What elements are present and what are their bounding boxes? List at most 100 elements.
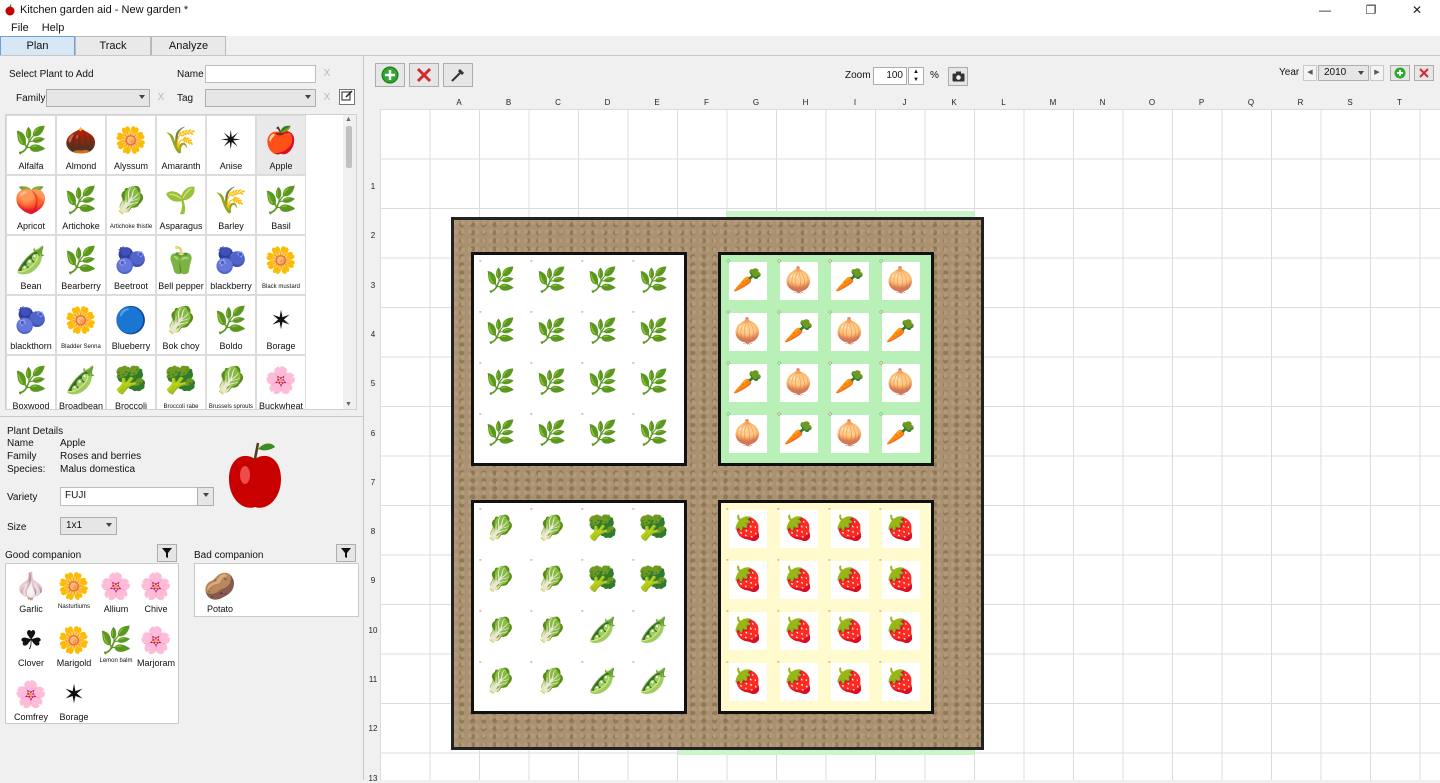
- tag-select[interactable]: [205, 89, 316, 107]
- delete-year-button[interactable]: [1414, 65, 1434, 81]
- tab-analyze[interactable]: Analyze: [151, 36, 226, 56]
- minimize-button[interactable]: —: [1302, 0, 1348, 19]
- plant-tile[interactable]: ✶ Borage: [256, 295, 306, 355]
- good-companion-item[interactable]: 🌸 Comfrey: [9, 676, 53, 723]
- garden-cell[interactable]: ◦ 🌿: [478, 360, 523, 405]
- tab-track[interactable]: Track: [75, 36, 151, 56]
- good-companion-item[interactable]: ✶ Borage: [52, 676, 96, 723]
- delete-button[interactable]: [409, 63, 439, 87]
- garden-cell[interactable]: ◦ 🌿: [631, 309, 676, 354]
- garden-cell[interactable]: ◦ 🍓: [725, 659, 770, 704]
- garden-cell[interactable]: ◦ 🫛: [580, 608, 625, 653]
- good-companion-item[interactable]: 🧄 Garlic: [9, 568, 53, 615]
- plant-tile[interactable]: 🫐 blackthorn: [6, 295, 56, 355]
- garden-cell[interactable]: ○ 🥕: [878, 411, 923, 456]
- good-companion-item[interactable]: 🌸 Marjoram: [134, 622, 178, 669]
- spin-up-icon[interactable]: ▲: [909, 68, 923, 76]
- garden-cell[interactable]: ◦ 🌿: [529, 258, 574, 303]
- close-button[interactable]: ✕: [1394, 0, 1440, 19]
- good-companion-item[interactable]: 🌸 Allium: [94, 568, 138, 615]
- garden-cell[interactable]: ◦ 🍓: [725, 608, 770, 653]
- garden-cell[interactable]: ○ 🧅: [878, 258, 923, 303]
- garden-cell[interactable]: ◦ 🌿: [529, 360, 574, 405]
- garden-cell[interactable]: ◦ 🍓: [878, 608, 923, 653]
- garden-cell[interactable]: ◦ 🥬: [529, 557, 574, 602]
- plant-tile[interactable]: 🥬 Bok choy: [156, 295, 206, 355]
- bed-top-left[interactable]: ◦ 🌿 ◦ 🌿 ◦ 🌿 ◦ 🌿 ◦ 🌿 ◦ 🌿 ◦ 🌿 ◦ 🌿 ◦ 🌿 ◦ 🌿 ◦ 🌿 ◦ 🌿 ◦ 🌿 ◦ 🌿 ◦ 🌿 ◦ 🌿: [471, 252, 687, 466]
- add-button[interactable]: [375, 63, 405, 87]
- plant-tile[interactable]: 🌿 Basil: [256, 175, 306, 235]
- plant-tile[interactable]: 🥦 Broccoli rabe: [156, 355, 206, 409]
- zoom-input[interactable]: 100: [873, 67, 907, 85]
- garden-cell[interactable]: ◦ 🌿: [580, 360, 625, 405]
- garden-cell[interactable]: ○ 🧅: [827, 411, 872, 456]
- plant-tile[interactable]: 🌱 Asparagus: [156, 175, 206, 235]
- plant-tile[interactable]: 🌿 Boldo: [206, 295, 256, 355]
- garden-cell[interactable]: ◦ 🥬: [478, 506, 523, 551]
- garden-cell[interactable]: ◦ 🥬: [529, 608, 574, 653]
- garden-cell[interactable]: ○ 🧅: [776, 360, 821, 405]
- garden-grid[interactable]: ◦ 🌿 ◦ 🌿 ◦ 🌿 ◦ 🌿 ◦ 🌿 ◦ 🌿 ◦ 🌿 ◦ 🌿 ◦ 🌿 ◦ 🌿 ◦ 🌿 ◦ 🌿 ◦ 🌿 ◦ 🌿 ◦ 🌿 ◦ 🌿 ○ 🥕 ○ 🧅 ○ 🥕 ○…: [380, 109, 1440, 780]
- garden-cell[interactable]: ◦ 🌿: [580, 258, 625, 303]
- garden-cell[interactable]: ◦ 🥬: [529, 506, 574, 551]
- garden-cell[interactable]: ◦ 🫛: [580, 659, 625, 704]
- edit-plant-button[interactable]: [339, 89, 355, 105]
- garden-cell[interactable]: ◦ 🍓: [776, 506, 821, 551]
- bed-bottom-left[interactable]: ◦ 🥬 ◦ 🥬 ◦ 🥦 ◦ 🥦 ◦ 🥬 ◦ 🥬 ◦ 🥦 ◦ 🥦 ◦ 🥬 ◦ 🥬 ◦ 🫛 ◦ 🫛 ◦ 🥬 ◦ 🥬 ◦ 🫛 ◦ 🫛: [471, 500, 687, 714]
- plant-tile[interactable]: 🌸 Buckwheat: [256, 355, 306, 409]
- plant-tile[interactable]: 🫛 Bean: [6, 235, 56, 295]
- garden-cell[interactable]: ◦ 🍓: [776, 659, 821, 704]
- garden-cell[interactable]: ◦ 🍓: [827, 506, 872, 551]
- plant-tile[interactable]: 🫐 Beetroot: [106, 235, 156, 295]
- garden-cell[interactable]: ◦ 🌿: [478, 258, 523, 303]
- garden-cell[interactable]: ○ 🧅: [725, 309, 770, 354]
- garden-cell[interactable]: ◦ 🥦: [631, 557, 676, 602]
- plant-tile[interactable]: 🍑 Apricot: [6, 175, 56, 235]
- garden-cell[interactable]: ○ 🥕: [827, 258, 872, 303]
- name-search-input[interactable]: [205, 65, 316, 83]
- scroll-up-icon[interactable]: ▲: [345, 116, 352, 123]
- garden-cell[interactable]: ◦ 🥬: [478, 557, 523, 602]
- plant-tile[interactable]: 🌼 Black mustard: [256, 235, 306, 295]
- garden-cell[interactable]: ◦ 🍓: [776, 557, 821, 602]
- garden-cell[interactable]: ◦ 🥬: [478, 659, 523, 704]
- scroll-down-icon[interactable]: ▼: [345, 401, 352, 408]
- garden-cell[interactable]: ◦ 🌿: [631, 360, 676, 405]
- good-companion-item[interactable]: 🌼 Nasturtiums: [52, 568, 96, 611]
- spin-down-icon[interactable]: ▼: [909, 76, 923, 84]
- garden-cell[interactable]: ◦ 🌿: [529, 309, 574, 354]
- year-select[interactable]: 2010: [1318, 65, 1369, 81]
- garden-cell[interactable]: ◦ 🌿: [529, 411, 574, 456]
- garden-cell[interactable]: ○ 🧅: [776, 258, 821, 303]
- good-companion-filter-button[interactable]: [157, 544, 177, 562]
- tab-plan[interactable]: Plan: [0, 36, 75, 56]
- plant-tile[interactable]: 🌿 Artichoke: [56, 175, 106, 235]
- garden-cell[interactable]: ◦ 🥬: [529, 659, 574, 704]
- plant-tile[interactable]: 🌾 Amaranth: [156, 115, 206, 175]
- good-companion-item[interactable]: 🌸 Chive: [134, 568, 178, 615]
- bad-companion-item[interactable]: 🥔 Potato: [198, 568, 242, 615]
- garden-cell[interactable]: ◦ 🌿: [580, 411, 625, 456]
- bad-companion-filter-button[interactable]: [336, 544, 356, 562]
- garden-cell[interactable]: ○ 🥕: [878, 309, 923, 354]
- plant-tile[interactable]: 🌿 Bearberry: [56, 235, 106, 295]
- garden-cell[interactable]: ◦ 🫛: [631, 608, 676, 653]
- bed-bottom-right[interactable]: ◦ 🍓 ◦ 🍓 ◦ 🍓 ◦ 🍓 ◦ 🍓 ◦ 🍓 ◦ 🍓 ◦ 🍓 ◦ 🍓 ◦ 🍓 ◦ 🍓 ◦ 🍓 ◦ 🍓 ◦ 🍓 ◦ 🍓 ◦ 🍓: [718, 500, 934, 714]
- next-year-button[interactable]: ▶: [1370, 65, 1384, 81]
- catalog-scrollbar[interactable]: ▲ ▼: [343, 115, 356, 409]
- plant-tile[interactable]: 🍎 Apple: [256, 115, 306, 175]
- plant-tile[interactable]: 🌰 Almond: [56, 115, 106, 175]
- plant-tile[interactable]: 🥦 Broccoli: [106, 355, 156, 409]
- plant-tile[interactable]: ✴ Anise: [206, 115, 256, 175]
- clear-tag-button[interactable]: X: [320, 90, 334, 106]
- bed-top-right[interactable]: ○ 🥕 ○ 🧅 ○ 🥕 ○ 🧅 ○ 🧅 ○ 🥕 ○ 🧅 ○ 🥕 ○ 🥕 ○ 🧅 ○ 🥕 ○ 🧅 ○ 🧅 ○ 🥕 ○ 🧅 ○ 🥕: [718, 252, 934, 466]
- good-companion-item[interactable]: 🌼 Marigold: [52, 622, 96, 669]
- garden-cell[interactable]: ◦ 🥦: [631, 506, 676, 551]
- variety-input[interactable]: FUJI: [60, 487, 198, 506]
- garden-cell[interactable]: ◦ 🍓: [878, 506, 923, 551]
- plant-tile[interactable]: 🌿 Boxwood: [6, 355, 56, 409]
- good-companion-item[interactable]: ☘ Clover: [9, 622, 53, 669]
- garden-cell[interactable]: ○ 🥕: [725, 360, 770, 405]
- garden-cell[interactable]: ◦ 🍓: [725, 506, 770, 551]
- prev-year-button[interactable]: ◀: [1303, 65, 1317, 81]
